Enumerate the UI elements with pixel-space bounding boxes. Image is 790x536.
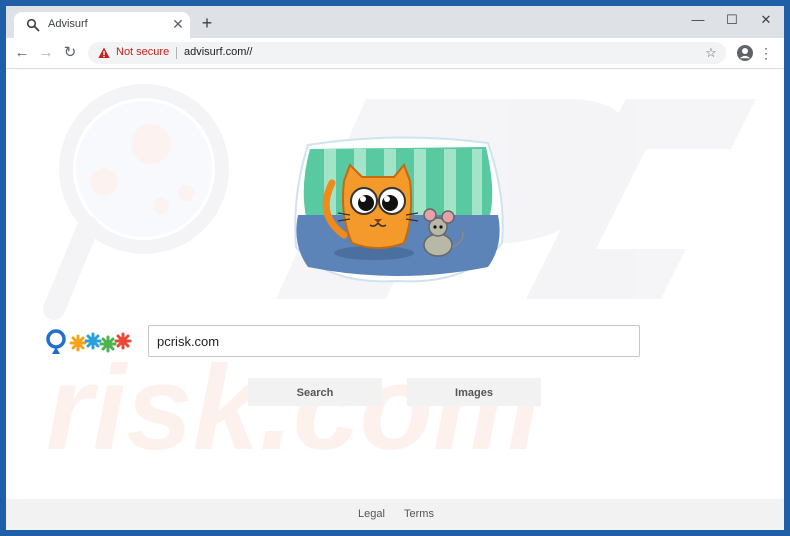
tab-title: Advisurf bbox=[48, 18, 88, 30]
search-icon bbox=[26, 18, 40, 32]
warning-icon bbox=[98, 47, 110, 58]
page-content: risk.com pcrisk.com Search Images Legal … bbox=[6, 69, 784, 530]
tab-bar: Advisurf ✕ + — ☐ ✕ bbox=[6, 6, 784, 38]
legal-link[interactable]: Legal bbox=[358, 508, 385, 520]
address-bar[interactable]: Not secure advisurf.com// ☆ bbox=[88, 42, 726, 64]
back-icon[interactable]: ← bbox=[12, 43, 32, 63]
images-button[interactable]: Images bbox=[407, 378, 541, 406]
account-icon[interactable] bbox=[735, 43, 755, 63]
more-vert-icon[interactable]: ⋮ bbox=[758, 43, 774, 63]
brand-logo bbox=[46, 329, 132, 354]
url-text[interactable]: advisurf.com// bbox=[184, 46, 252, 58]
watermark-text: risk.com bbox=[46, 341, 540, 475]
maximize-icon[interactable]: ☐ bbox=[718, 10, 746, 30]
omnibox-divider bbox=[176, 47, 177, 59]
close-icon[interactable]: ✕ bbox=[752, 10, 780, 30]
close-icon[interactable]: ✕ bbox=[170, 16, 186, 32]
minimize-icon[interactable]: — bbox=[684, 10, 712, 30]
forward-icon[interactable]: → bbox=[36, 43, 56, 63]
reload-icon[interactable]: ↻ bbox=[60, 43, 80, 63]
search-input[interactable] bbox=[149, 326, 639, 356]
tab-advisurf[interactable]: Advisurf ✕ bbox=[14, 12, 190, 38]
search-box[interactable] bbox=[148, 325, 640, 357]
terms-link[interactable]: Terms bbox=[404, 508, 434, 520]
browser-toolbar: ← → ↻ Not secure advisurf.com// ☆ ⋮ bbox=[6, 38, 784, 69]
security-status[interactable]: Not secure bbox=[116, 46, 169, 58]
search-button[interactable]: Search bbox=[248, 378, 382, 406]
star-icon[interactable]: ☆ bbox=[702, 44, 720, 62]
page-footer: Legal Terms bbox=[6, 499, 784, 530]
plus-icon[interactable]: + bbox=[198, 14, 216, 32]
browser-window: Advisurf ✕ + — ☐ ✕ ← → ↻ Not secure advi… bbox=[6, 6, 784, 530]
hero-illustration bbox=[294, 136, 504, 283]
